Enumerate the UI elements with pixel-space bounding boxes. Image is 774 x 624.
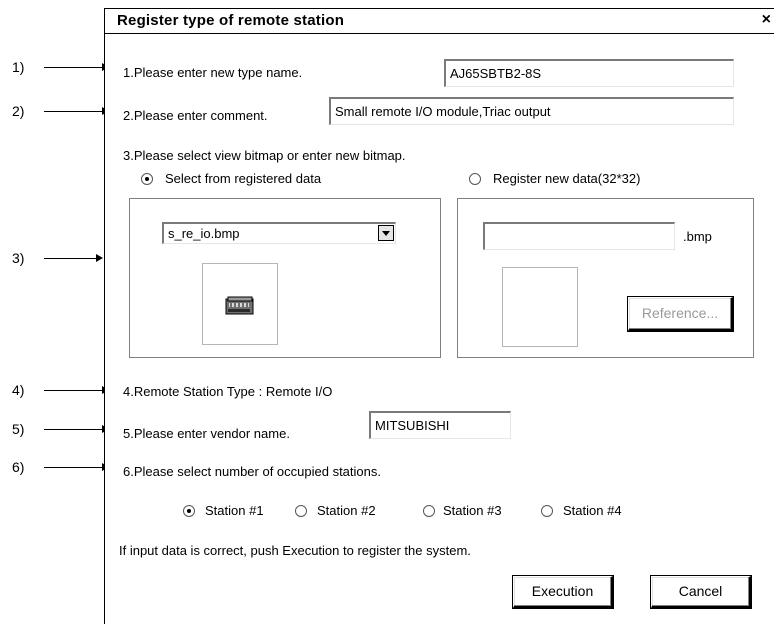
new-bitmap-preview bbox=[502, 267, 578, 347]
chevron-down-icon[interactable] bbox=[378, 225, 394, 241]
vendor-name-label: 5.Please enter vendor name. bbox=[123, 426, 290, 441]
callout-3: 3) bbox=[0, 248, 108, 268]
comment-input[interactable]: Small remote I/O module,Triac output bbox=[329, 97, 734, 125]
new-bitmap-filename-input[interactable] bbox=[483, 222, 675, 250]
radio-station-2-label[interactable]: Station #2 bbox=[317, 503, 376, 518]
radio-new-data-label[interactable]: Register new data(32*32) bbox=[493, 171, 640, 186]
type-name-input[interactable]: AJ65SBTB2-8S bbox=[444, 59, 734, 87]
callout-1: 1) bbox=[0, 57, 109, 77]
instruction-note: If input data is correct, push Execution… bbox=[119, 543, 471, 558]
callout-line bbox=[44, 429, 108, 430]
radio-station-2[interactable] bbox=[295, 505, 307, 517]
callout-line bbox=[44, 67, 108, 68]
bmp-extension-label: .bmp bbox=[683, 229, 712, 244]
new-data-group: .bmp Reference... bbox=[457, 198, 754, 358]
callout-number: 2) bbox=[12, 103, 25, 119]
dialog-title: Register type of remote station bbox=[117, 12, 345, 29]
radio-station-4-label[interactable]: Station #4 bbox=[563, 503, 622, 518]
callout-number: 6) bbox=[12, 459, 25, 475]
callout-number: 3) bbox=[12, 250, 25, 266]
registered-data-group: s_re_io.bmp bbox=[129, 198, 441, 358]
bitmap-select-value: s_re_io.bmp bbox=[168, 226, 240, 241]
callout-number: 5) bbox=[12, 421, 25, 437]
callout-6: 6) bbox=[0, 457, 109, 477]
arrow-head-icon bbox=[96, 254, 103, 262]
callout-number: 1) bbox=[12, 59, 25, 75]
close-icon[interactable]: × bbox=[762, 11, 771, 29]
title-bar[interactable]: Register type of remote station × bbox=[105, 9, 774, 34]
vendor-name-input[interactable]: MITSUBISHI bbox=[369, 411, 511, 439]
execution-button[interactable]: Execution bbox=[513, 576, 613, 608]
callout-2: 2) bbox=[0, 101, 109, 121]
occupied-stations-label: 6.Please select number of occupied stati… bbox=[123, 464, 381, 479]
callout-line bbox=[44, 390, 108, 391]
bitmap-preview bbox=[202, 263, 278, 345]
comment-label: 2.Please enter comment. bbox=[123, 108, 268, 123]
radio-station-4[interactable] bbox=[541, 505, 553, 517]
bitmap-label: 3.Please select view bitmap or enter new… bbox=[123, 148, 406, 163]
radio-new-data[interactable] bbox=[469, 173, 481, 185]
callout-number: 4) bbox=[12, 382, 25, 398]
callout-4: 4) bbox=[0, 380, 109, 400]
type-name-label: 1.Please enter new type name. bbox=[123, 65, 303, 80]
radio-station-3-label[interactable]: Station #3 bbox=[443, 503, 502, 518]
cancel-button[interactable]: Cancel bbox=[651, 576, 751, 608]
callout-line bbox=[44, 111, 108, 112]
radio-station-1-label[interactable]: Station #1 bbox=[205, 503, 264, 518]
callout-line bbox=[44, 467, 108, 468]
remote-io-module-icon bbox=[225, 296, 254, 315]
register-remote-station-dialog: Register type of remote station × 1.Plea… bbox=[104, 8, 774, 624]
radio-station-1[interactable] bbox=[183, 505, 195, 517]
callout-5: 5) bbox=[0, 419, 109, 439]
reference-button[interactable]: Reference... bbox=[628, 297, 733, 331]
radio-registered-data[interactable] bbox=[141, 173, 153, 185]
radio-station-3[interactable] bbox=[423, 505, 435, 517]
callout-line bbox=[44, 258, 96, 259]
bitmap-select[interactable]: s_re_io.bmp bbox=[162, 222, 396, 244]
station-type-label: 4.Remote Station Type : Remote I/O bbox=[123, 384, 333, 399]
radio-registered-data-label[interactable]: Select from registered data bbox=[165, 171, 321, 186]
